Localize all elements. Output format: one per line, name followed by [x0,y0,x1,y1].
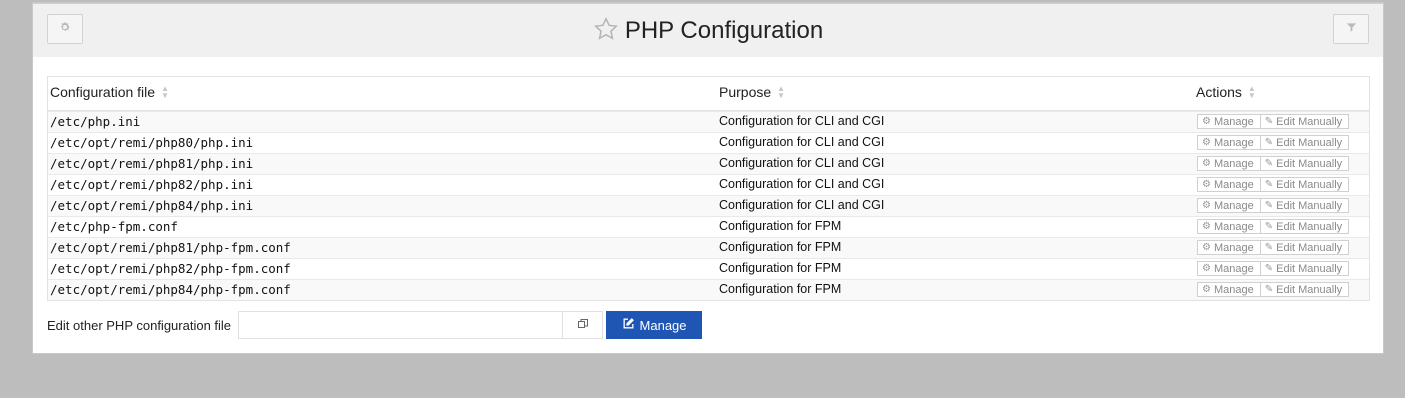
config-purpose: Configuration for CLI and CGI [719,177,885,191]
gear-icon: ⚙ [1202,242,1211,253]
sort-icon: ▲ ▼ [777,84,786,100]
config-purpose: Configuration for CLI and CGI [719,114,885,128]
manage-button[interactable]: ⚙ Manage [1197,240,1261,255]
config-file-path: /etc/opt/remi/php82/php.ini [50,177,254,192]
manage-button[interactable]: ⚙ Manage [1197,282,1261,297]
row-actions: ⚙ Manage ✎ Edit Manually [1197,156,1350,171]
edit-manually-button[interactable]: ✎ Edit Manually [1260,177,1350,192]
row-actions: ⚙ Manage ✎ Edit Manually [1197,219,1350,234]
table-row: /etc/opt/remi/php82/php.ini Configuration… [48,174,1369,195]
edit-manually-button[interactable]: ✎ Edit Manually [1260,240,1350,255]
config-file-path: /etc/opt/remi/php82/php-fpm.conf [50,261,291,276]
page-title: PHP Configuration [624,17,824,44]
table-body: /etc/php.ini Configuration for CLI and CG… [48,111,1369,300]
manage-other-file-button[interactable]: Manage [606,311,703,339]
table-row: /etc/opt/remi/php84/php-fpm.conf Configur… [48,279,1369,300]
filter-button[interactable] [1333,14,1369,44]
gear-icon: ⚙ [1202,137,1211,148]
table-row: /etc/opt/remi/php80/php.ini Configuration… [48,132,1369,153]
manage-button[interactable]: ⚙ Manage [1197,198,1261,213]
gear-icon: ⚙ [1202,200,1211,211]
pencil-icon: ✎ [1264,200,1274,211]
edit-manually-button[interactable]: ✎ Edit Manually [1260,135,1350,150]
config-purpose: Configuration for FPM [719,219,842,233]
table-header: Configuration file ▲ ▼ Purpose ▲ ▼ Actions… [48,77,1369,111]
manage-button[interactable]: ⚙ Manage [1197,114,1261,129]
config-file-path-input[interactable] [238,311,564,339]
row-actions: ⚙ Manage ✎ Edit Manually [1197,114,1350,129]
config-table: Configuration file ▲ ▼ Purpose ▲ ▼ Actions… [47,76,1370,301]
table-row: /etc/opt/remi/php81/php.ini Configuration… [48,153,1369,174]
edit-manually-button[interactable]: ✎ Edit Manually [1260,198,1350,213]
edit-other-file-label: Edit other PHP configuration file [47,317,232,333]
filter-icon [1346,20,1357,38]
edit-manually-button[interactable]: ✎ Edit Manually [1260,261,1350,276]
manage-button[interactable]: ⚙ Manage [1197,177,1261,192]
sort-icon: ▲ ▼ [161,84,169,100]
gear-icon: ⚙ [1202,284,1211,295]
config-file-path: /etc/opt/remi/php80/php.ini [50,135,254,150]
table-row: /etc/php-fpm.conf Configuration for FPM ⚙ M… [48,216,1369,237]
gear-icon: ⚙ [1202,263,1211,274]
config-file-path: /etc/opt/remi/php84/php.ini [50,198,254,213]
row-actions: ⚙ Manage ✎ Edit Manually [1197,282,1350,297]
config-purpose: Configuration for FPM [719,282,842,296]
config-purpose: Configuration for CLI and CGI [719,156,885,170]
edit-manually-button[interactable]: ✎ Edit Manually [1260,282,1350,297]
pencil-icon: ✎ [1264,137,1274,148]
sort-icon: ▲ ▼ [1247,84,1256,100]
gear-icon: ⚙ [1202,158,1211,169]
config-purpose: Configuration for CLI and CGI [719,135,885,149]
title-area: PHP Configuration [33,4,1383,58]
file-chooser-icon [577,318,589,333]
config-purpose: Configuration for CLI and CGI [719,198,885,212]
pencil-icon: ✎ [1264,263,1274,274]
edit-manually-button[interactable]: ✎ Edit Manually [1260,114,1350,129]
row-actions: ⚙ Manage ✎ Edit Manually [1197,177,1350,192]
gear-icon: ⚙ [1202,221,1211,232]
gear-icon: ⚙ [1202,179,1211,190]
pencil-icon: ✎ [1264,116,1274,127]
column-header-actions[interactable]: Actions ▲ ▼ [1196,84,1256,100]
row-actions: ⚙ Manage ✎ Edit Manually [1197,135,1350,150]
edit-manually-button[interactable]: ✎ Edit Manually [1260,156,1350,171]
config-purpose: Configuration for FPM [719,261,842,275]
pencil-icon: ✎ [1264,221,1274,232]
config-file-path: /etc/php-fpm.conf [50,219,178,234]
gear-icon: ⚙ [1202,116,1211,127]
column-header-configuration-file[interactable]: Configuration file ▲ ▼ [50,84,169,100]
pencil-icon: ✎ [1264,284,1274,295]
panel-header: PHP Configuration [33,3,1383,57]
edit-icon [622,317,635,333]
table-row: /etc/php.ini Configuration for CLI and CG… [48,111,1369,132]
manage-button[interactable]: ⚙ Manage [1197,261,1261,276]
row-actions: ⚙ Manage ✎ Edit Manually [1197,198,1350,213]
pencil-icon: ✎ [1264,158,1274,169]
table-row: /etc/opt/remi/php84/php.ini Configuration… [48,195,1369,216]
table-row: /etc/opt/remi/php82/php-fpm.conf Configur… [48,258,1369,279]
edit-manually-button[interactable]: ✎ Edit Manually [1260,219,1350,234]
row-actions: ⚙ Manage ✎ Edit Manually [1197,261,1350,276]
star-outline-icon[interactable] [593,16,619,47]
pencil-icon: ✎ [1264,179,1274,190]
manage-button[interactable]: ⚙ Manage [1197,135,1261,150]
config-file-path: /etc/opt/remi/php81/php-fpm.conf [50,240,291,255]
row-actions: ⚙ Manage ✎ Edit Manually [1197,240,1350,255]
config-file-path: /etc/opt/remi/php81/php.ini [50,156,254,171]
config-file-path: /etc/php.ini [50,114,141,129]
config-file-path: /etc/opt/remi/php84/php-fpm.conf [50,282,291,297]
config-purpose: Configuration for FPM [719,240,842,254]
column-header-purpose[interactable]: Purpose ▲ ▼ [719,84,785,100]
manage-button[interactable]: ⚙ Manage [1197,156,1261,171]
edit-other-file-row: Edit other PHP configuration file Manage [47,311,703,339]
file-chooser-button[interactable] [563,311,604,339]
main-panel: PHP Configuration Configuration file ▲ ▼ … [32,2,1384,354]
manage-button[interactable]: ⚙ Manage [1197,219,1261,234]
pencil-icon: ✎ [1264,242,1274,253]
table-row: /etc/opt/remi/php81/php-fpm.conf Configur… [48,237,1369,258]
